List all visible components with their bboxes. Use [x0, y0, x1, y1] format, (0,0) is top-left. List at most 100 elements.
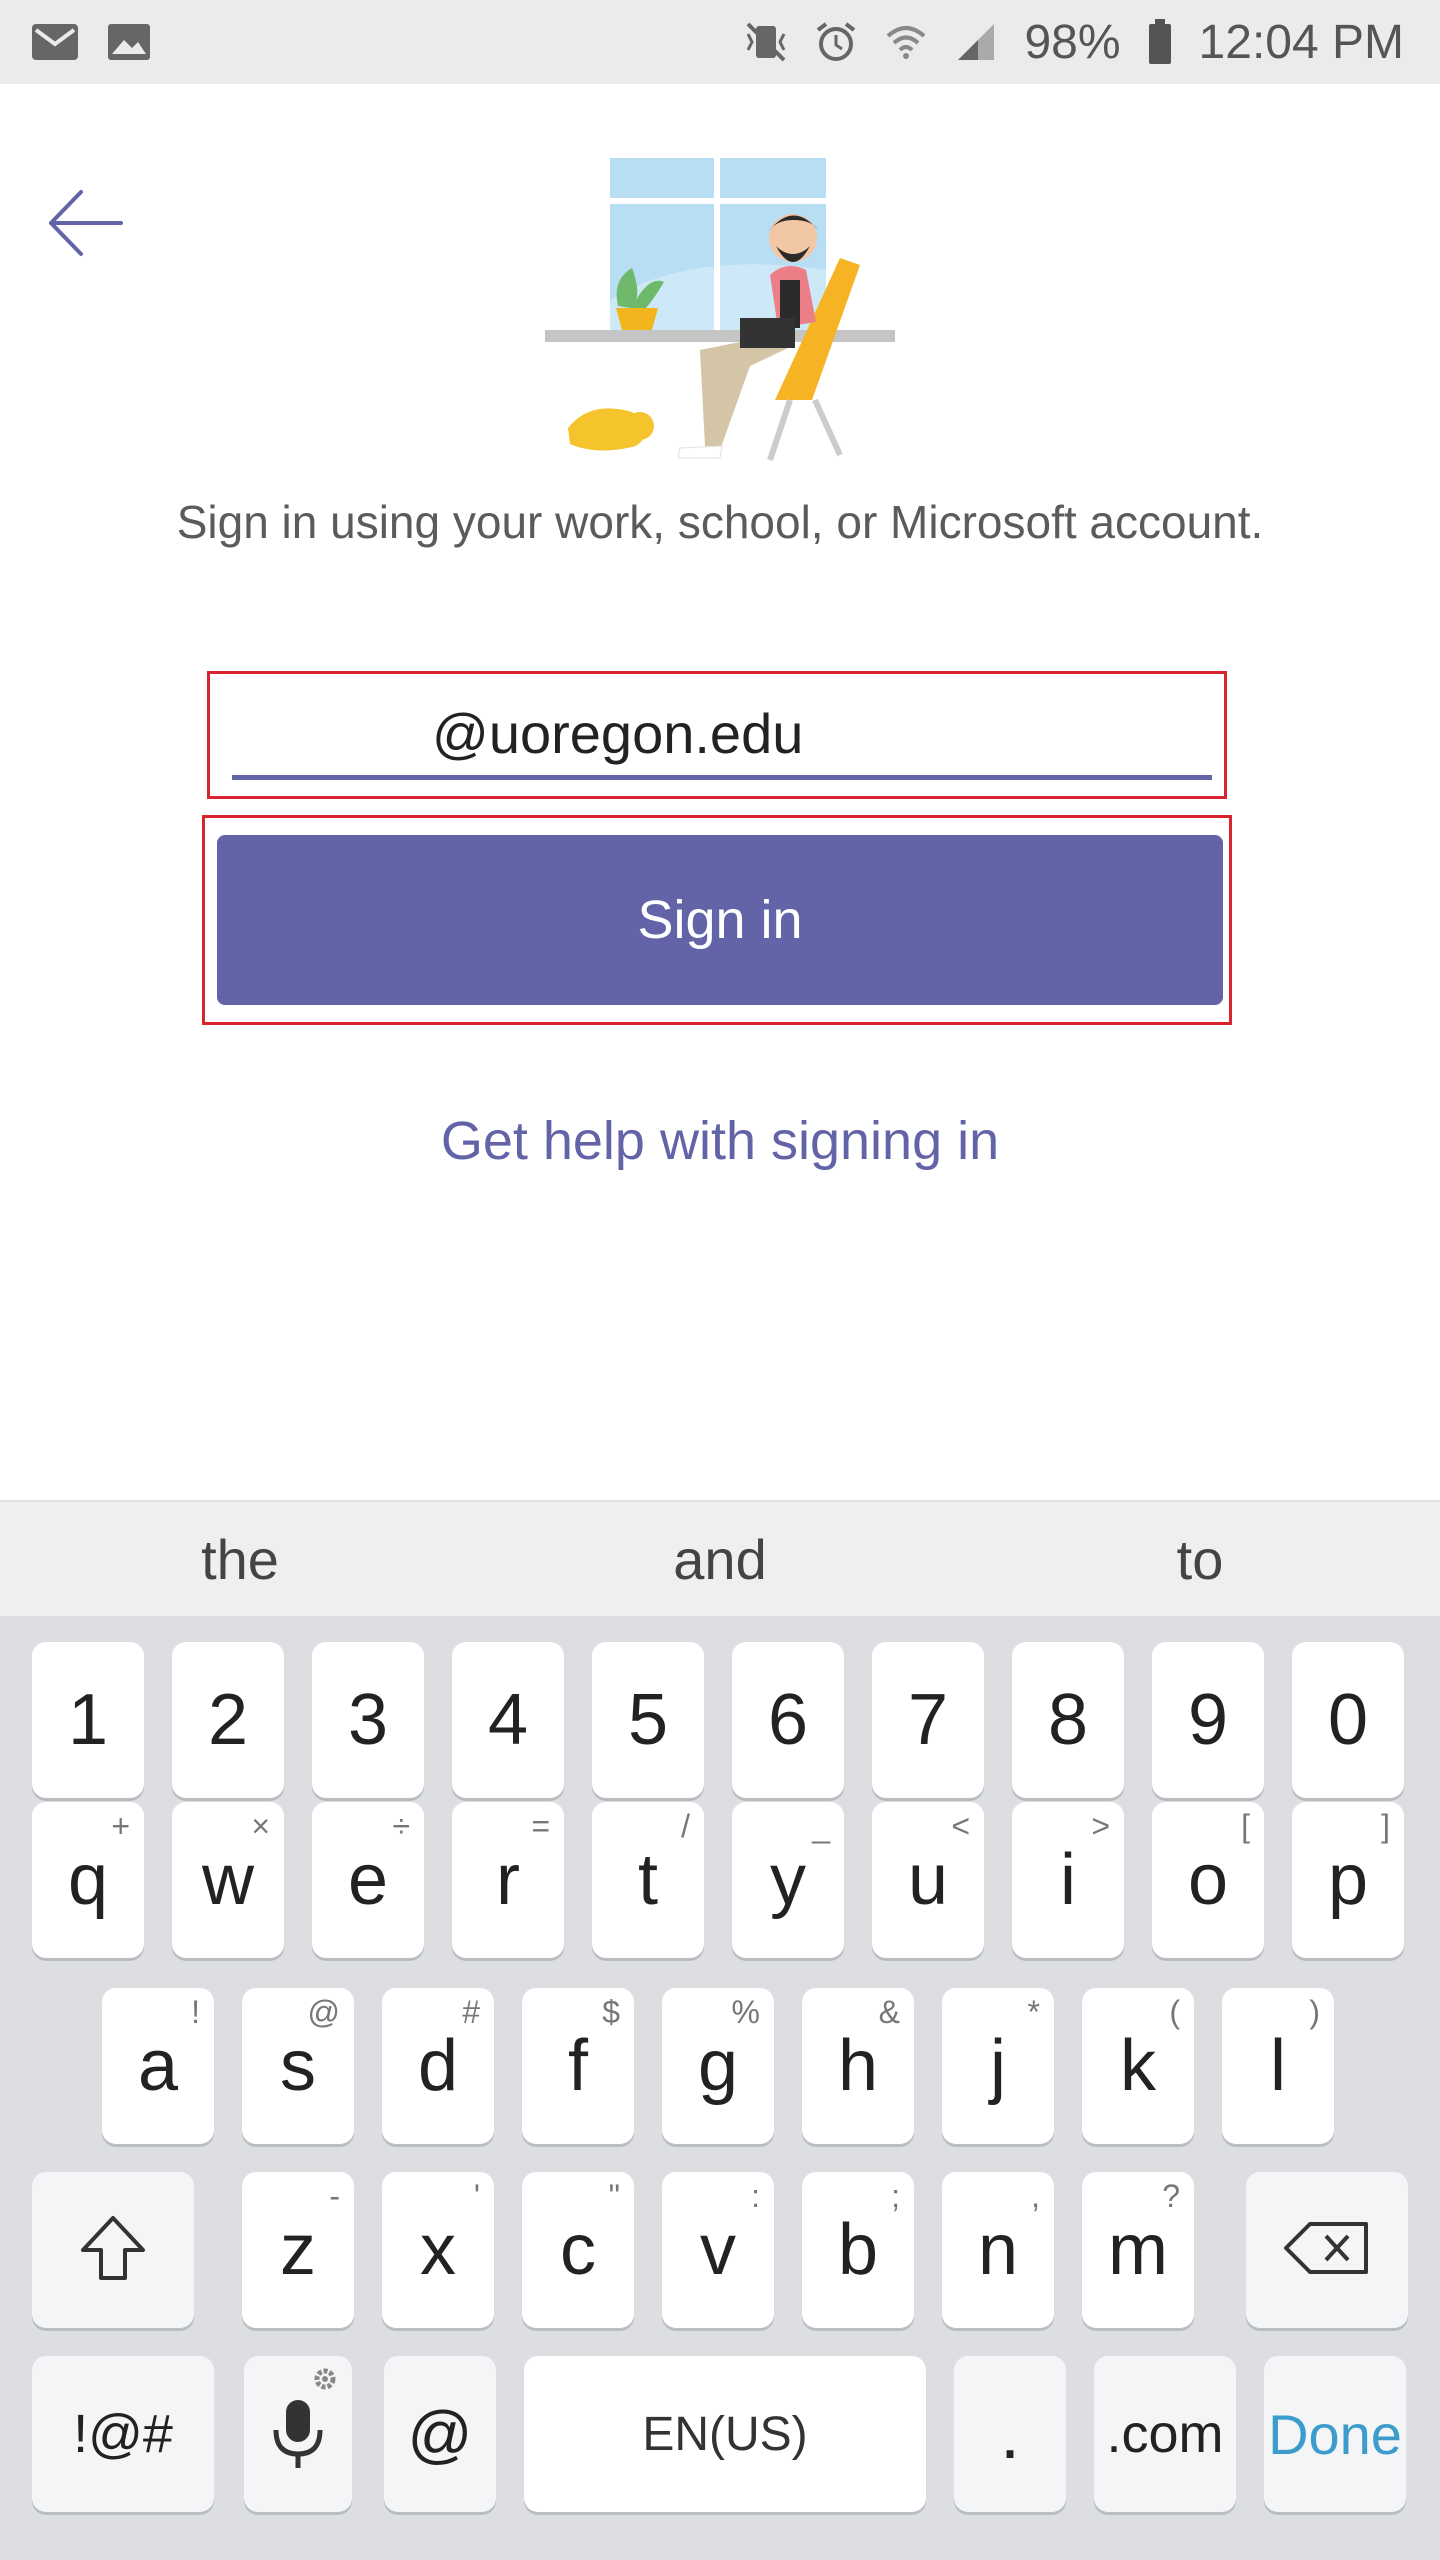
key-label: b — [837, 2210, 879, 2290]
key-alt-label: ) — [1309, 1994, 1320, 2030]
status-bar: 98% 12:04 PM — [0, 0, 1440, 84]
signal-icon — [954, 20, 998, 64]
key-2[interactable]: 2 — [172, 1642, 284, 1798]
key-label: n — [977, 2210, 1019, 2290]
key-8[interactable]: 8 — [1012, 1642, 1124, 1798]
key-u[interactable]: < u — [872, 1802, 984, 1958]
period-key[interactable]: . — [954, 2356, 1066, 2512]
key-label: 5 — [627, 1680, 669, 1760]
key-j[interactable]: * j — [942, 1988, 1054, 2144]
key-k[interactable]: (k — [1082, 1988, 1194, 2144]
key-alt-label: > — [1091, 1808, 1110, 1844]
key-t[interactable]: / t — [592, 1802, 704, 1958]
key-6[interactable]: 6 — [732, 1642, 844, 1798]
voice-input-key[interactable] — [244, 2356, 352, 2512]
dotcom-key[interactable]: .com — [1094, 2356, 1236, 2512]
email-field[interactable] — [232, 692, 1212, 780]
key-p[interactable]: ] p — [1292, 1802, 1404, 1958]
shift-arrow-icon — [77, 2212, 149, 2289]
space-key[interactable]: EN(US) — [524, 2356, 926, 2512]
key-alt-label: × — [251, 1808, 270, 1844]
key-alt-label: + — [111, 1808, 130, 1844]
key-7[interactable]: 7 — [872, 1642, 984, 1798]
key-alt-label: < — [951, 1808, 970, 1844]
key-label: 2 — [207, 1680, 249, 1760]
key-alt-label: % — [731, 1994, 760, 2030]
key-alt-label: / — [681, 1808, 690, 1844]
key-label: 1 — [67, 1680, 109, 1760]
key-alt-label: ' — [473, 2178, 480, 2214]
key-c[interactable]: " c — [522, 2172, 634, 2328]
microphone-icon — [268, 2392, 328, 2477]
key-alt-label: - — [329, 2178, 340, 2214]
key-x[interactable]: ' x — [382, 2172, 494, 2328]
at-key[interactable]: @ — [384, 2356, 496, 2512]
suggestion-item[interactable]: the — [0, 1502, 480, 1616]
sign-in-button[interactable]: Sign in — [217, 835, 1223, 1005]
key-label: m — [1108, 2210, 1168, 2290]
key-b[interactable]: ; b — [802, 2172, 914, 2328]
suggestion-item[interactable]: and — [480, 1502, 960, 1616]
key-alt-label: ; — [891, 2178, 900, 2214]
battery-percent: 98% — [1024, 15, 1121, 69]
key-alt-label: * — [1027, 1994, 1040, 2030]
key-alt-label: ] — [1381, 1808, 1390, 1844]
battery-icon — [1147, 19, 1173, 65]
clock: 12:04 PM — [1198, 15, 1404, 69]
key-1[interactable]: 1 — [32, 1642, 144, 1798]
key-9[interactable]: 9 — [1152, 1642, 1264, 1798]
key-n[interactable]: ,n — [942, 2172, 1054, 2328]
key-label: e — [347, 1840, 389, 1920]
key-alt-label: # — [462, 1994, 480, 2030]
key-label: t — [637, 1840, 658, 1920]
sign-in-illustration — [540, 150, 900, 480]
key-q[interactable]: + q — [32, 1802, 144, 1958]
key-4[interactable]: 4 — [452, 1642, 564, 1798]
key-o[interactable]: [o — [1152, 1802, 1264, 1958]
key-label: h — [837, 2026, 879, 2106]
key-m[interactable]: ? m — [1082, 2172, 1194, 2328]
key-z[interactable]: -z — [242, 2172, 354, 2328]
key-e[interactable]: ÷ e — [312, 1802, 424, 1958]
key-f[interactable]: $ f — [522, 1988, 634, 2144]
key-0[interactable]: 0 — [1292, 1642, 1404, 1798]
email-field-highlight — [207, 671, 1227, 799]
key-a[interactable]: ! a — [102, 1988, 214, 2144]
key-w[interactable]: × w — [172, 1802, 284, 1958]
alarm-icon — [814, 20, 858, 64]
key-label: l — [1270, 2026, 1286, 2106]
key-alt-label: ! — [191, 1994, 200, 2030]
key-alt-label: , — [1031, 2178, 1040, 2214]
key-g[interactable]: % g — [662, 1988, 774, 2144]
back-button[interactable] — [40, 180, 130, 270]
key-3[interactable]: 3 — [312, 1642, 424, 1798]
key-label: f — [567, 2026, 588, 2106]
key-alt-label: ( — [1169, 1994, 1180, 2030]
done-key[interactable]: Done — [1264, 2356, 1406, 2512]
suggestion-item[interactable]: to — [960, 1502, 1440, 1616]
key-l[interactable]: ) l — [1222, 1988, 1334, 2144]
key-alt-label: ? — [1162, 2178, 1180, 2214]
shift-key[interactable] — [32, 2172, 194, 2328]
sign-in-button-highlight: Sign in — [202, 815, 1232, 1025]
key-d[interactable]: # d — [382, 1988, 494, 2144]
key-h[interactable]: & h — [802, 1988, 914, 2144]
arrow-left-icon — [45, 188, 125, 263]
symbols-key[interactable]: !@# — [32, 2356, 214, 2512]
key-alt-label: " — [608, 2178, 620, 2214]
key-alt-label: & — [878, 1994, 900, 2030]
backspace-key[interactable] — [1246, 2172, 1408, 2328]
key-label: g — [697, 2026, 739, 2106]
key-label: d — [417, 2026, 459, 2106]
key-v[interactable]: :v — [662, 2172, 774, 2328]
get-help-link[interactable]: Get help with signing in — [0, 1110, 1440, 1172]
key-5[interactable]: 5 — [592, 1642, 704, 1798]
key-y[interactable]: _ y — [732, 1802, 844, 1958]
key-i[interactable]: > i — [1012, 1802, 1124, 1958]
key-label: 7 — [907, 1680, 949, 1760]
key-alt-label: _ — [812, 1808, 830, 1844]
key-s[interactable]: @ s — [242, 1988, 354, 2144]
key-label: 0 — [1327, 1680, 1369, 1760]
key-label: 8 — [1047, 1680, 1089, 1760]
key-r[interactable]: = r — [452, 1802, 564, 1958]
